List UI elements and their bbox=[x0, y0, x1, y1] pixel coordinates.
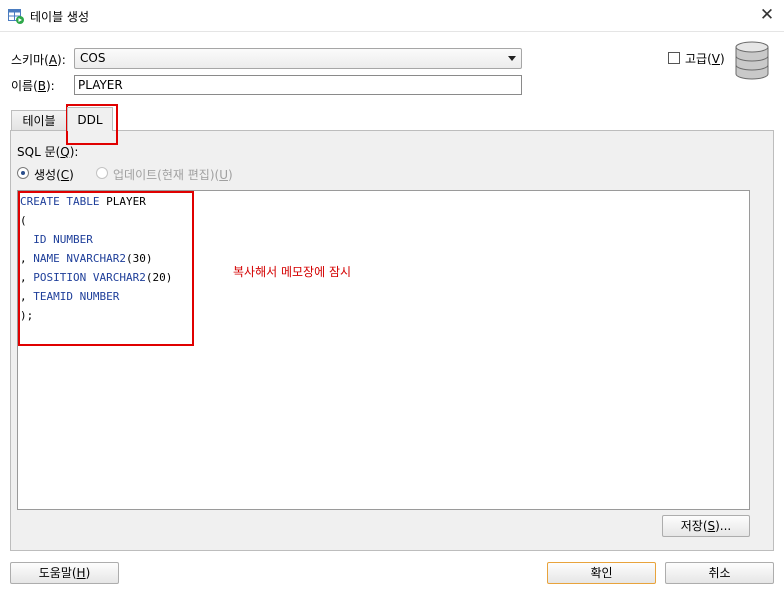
title-bar: 테이블 생성 ✕ bbox=[0, 0, 784, 32]
create-table-icon bbox=[8, 8, 24, 27]
help-button[interactable]: 도움말(H) bbox=[10, 562, 119, 584]
create-radio[interactable] bbox=[17, 167, 29, 179]
code-highlight bbox=[18, 191, 194, 346]
name-label: 이름(B): bbox=[11, 79, 55, 93]
schema-select[interactable]: COS bbox=[74, 48, 522, 69]
create-radio-label[interactable]: 생성(C) bbox=[34, 166, 74, 183]
annotation-note: 복사해서 메모장에 잠시 bbox=[233, 265, 352, 279]
tab-table[interactable]: 테이블 bbox=[11, 110, 67, 131]
advanced-checkbox[interactable] bbox=[668, 52, 680, 64]
schema-value: COS bbox=[80, 51, 106, 65]
ok-button[interactable]: 확인 bbox=[547, 562, 656, 584]
window-title: 테이블 생성 bbox=[30, 10, 90, 24]
database-icon bbox=[735, 41, 769, 84]
advanced-label[interactable]: 고급(V) bbox=[685, 50, 725, 67]
close-button[interactable]: ✕ bbox=[750, 0, 784, 32]
cancel-button[interactable]: 취소 bbox=[665, 562, 774, 584]
name-input[interactable]: PLAYER bbox=[74, 75, 522, 95]
update-radio-label: 업데이트(현재 편집)(U) bbox=[113, 168, 233, 182]
chevron-down-icon bbox=[508, 56, 516, 61]
sql-statement-label: SQL 문(Q): bbox=[17, 145, 79, 159]
update-radio bbox=[96, 167, 108, 179]
schema-label: 스키마(A): bbox=[11, 53, 66, 67]
save-button[interactable]: 저장(S)... bbox=[662, 515, 750, 537]
tab-ddl[interactable]: DDL bbox=[67, 107, 113, 131]
